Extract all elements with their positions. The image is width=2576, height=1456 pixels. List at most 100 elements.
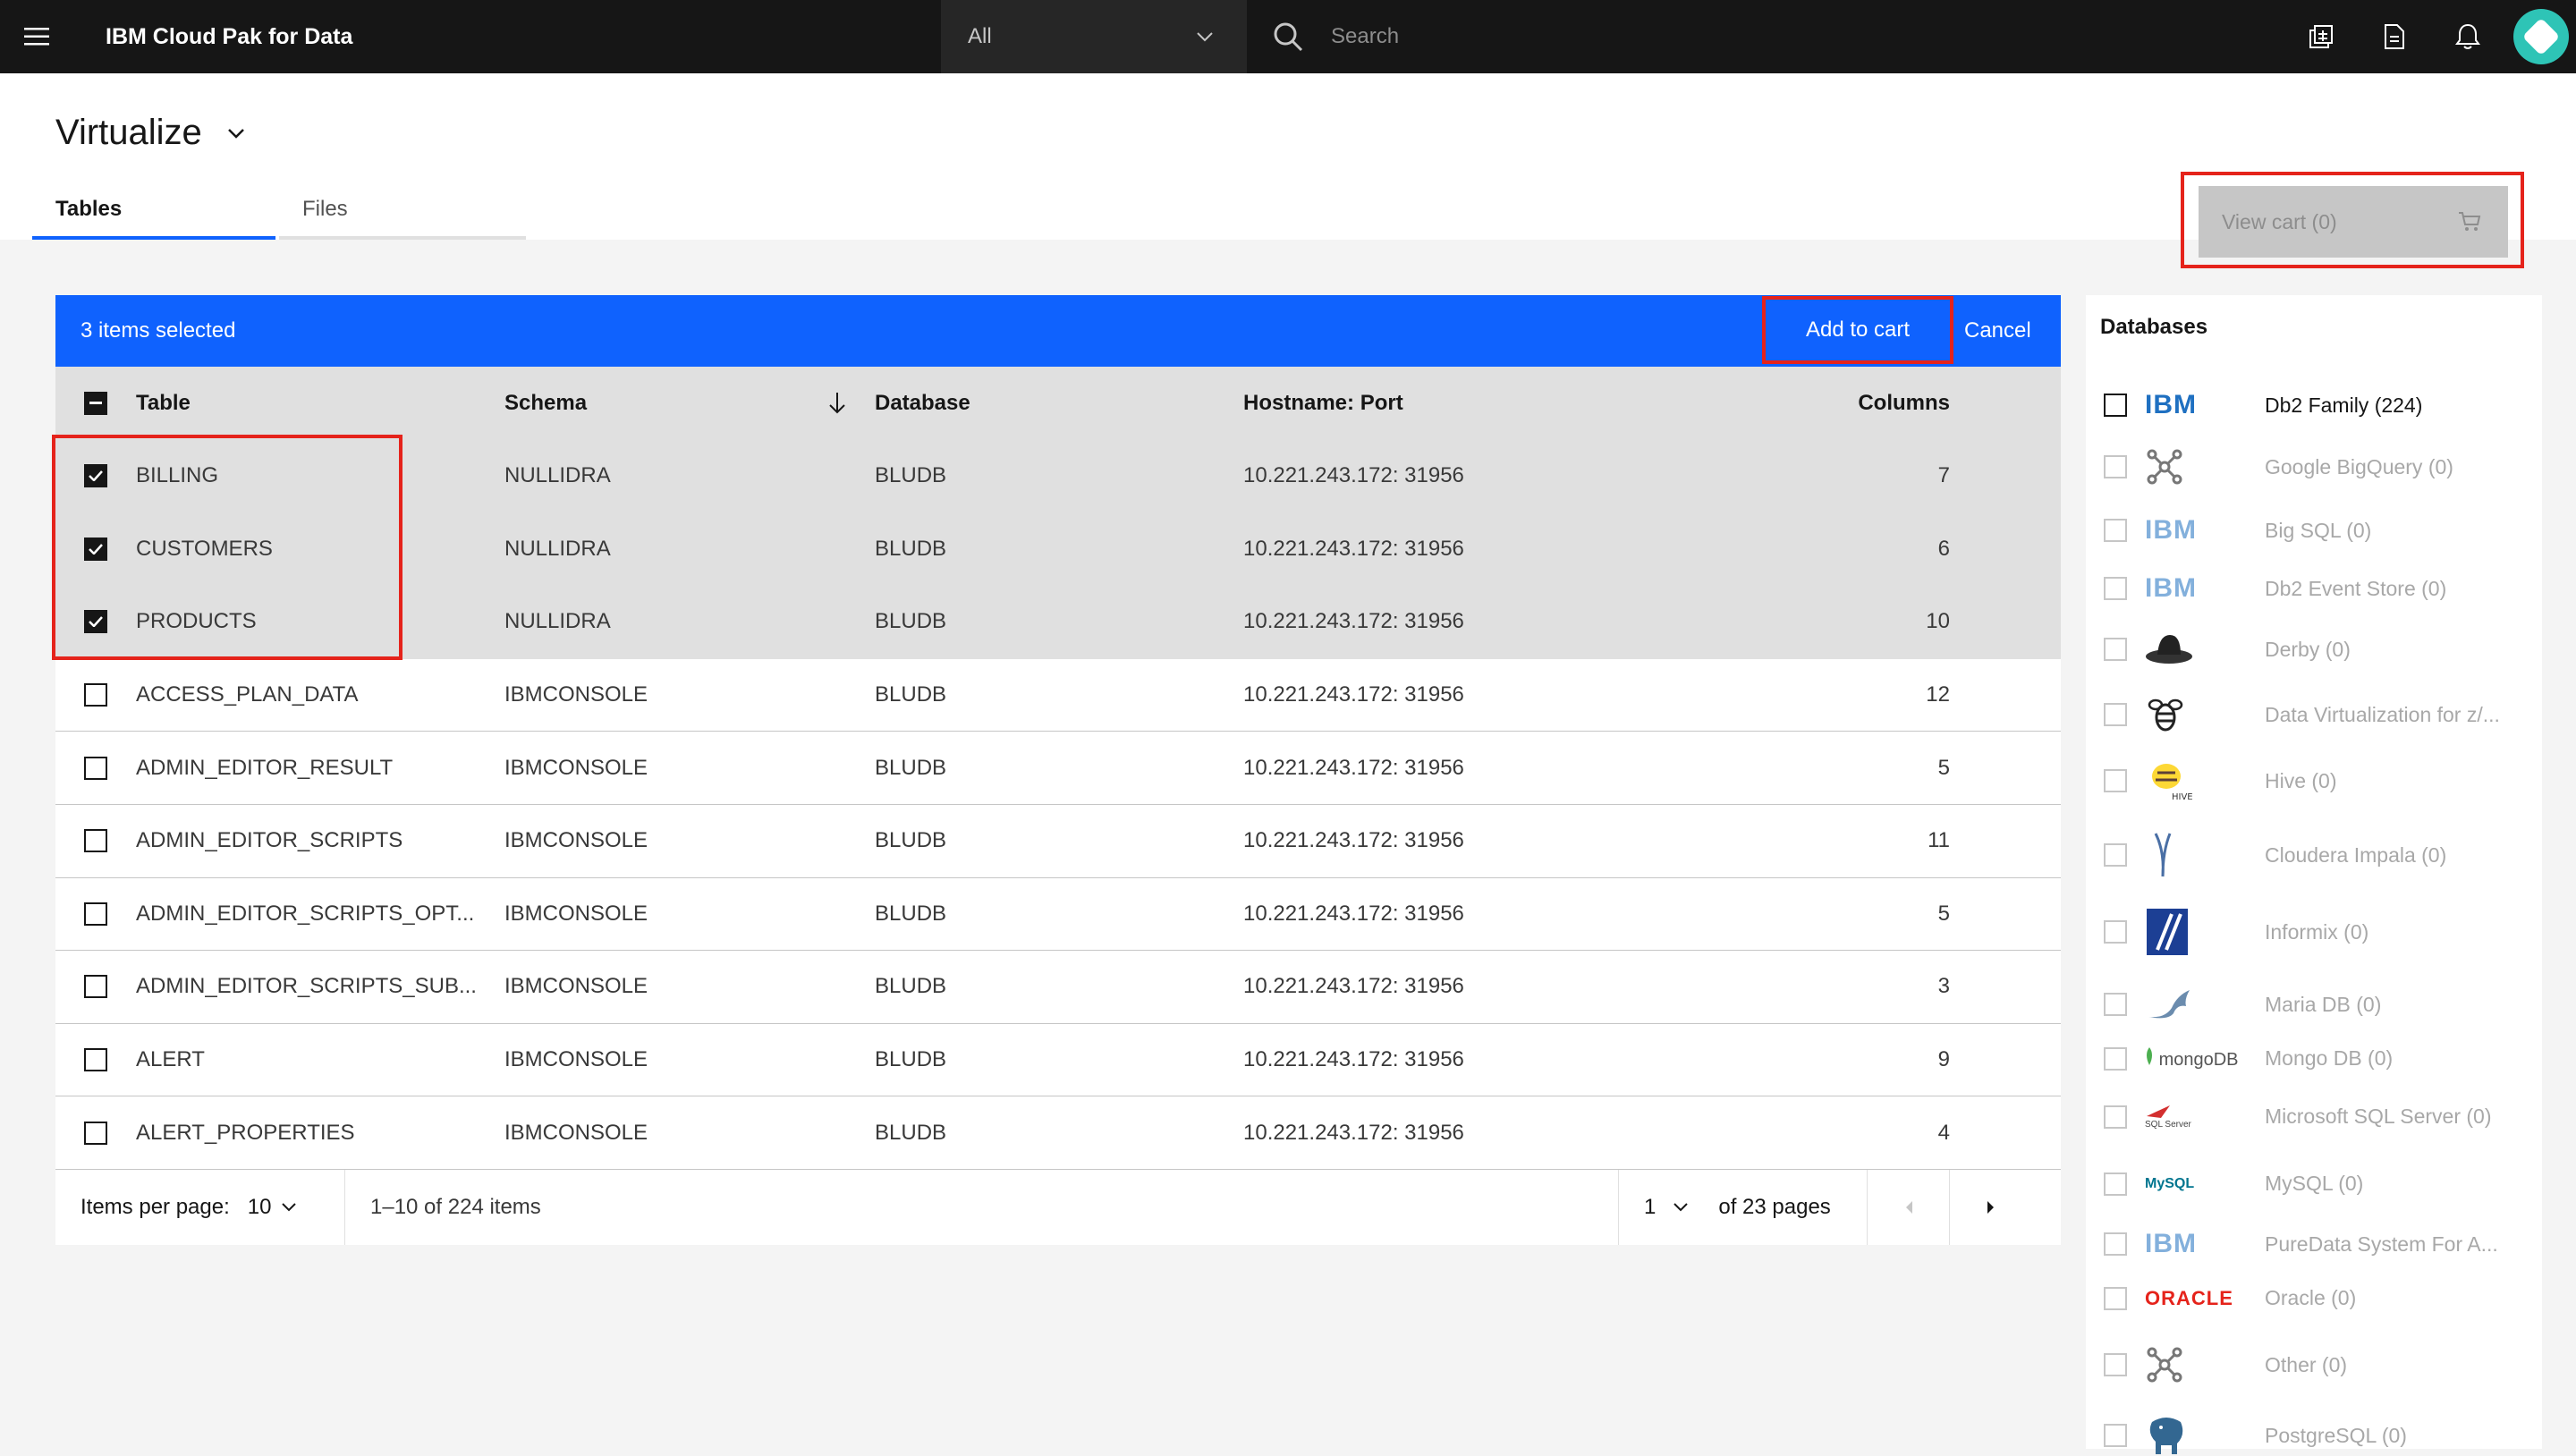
- search-input[interactable]: Search: [1247, 0, 2284, 73]
- database-checkbox[interactable]: [2104, 993, 2127, 1016]
- page-title-dropdown[interactable]: Virtualize: [55, 113, 245, 153]
- database-filter-item[interactable]: IBM Db2 Event Store (0): [2104, 573, 2515, 604]
- database-checkbox[interactable]: [2104, 394, 2127, 417]
- cell-columns: 10: [1926, 609, 1950, 634]
- database-label: Mongo DB (0): [2265, 1046, 2394, 1070]
- database-checkbox[interactable]: [2104, 519, 2127, 542]
- database-filter-item[interactable]: IBM Big SQL (0): [2104, 515, 2515, 546]
- database-filter-item[interactable]: Cloudera Impala (0): [2104, 830, 2515, 880]
- database-checkbox[interactable]: [2104, 1232, 2127, 1256]
- table-row[interactable]: CUSTOMERS NULLIDRA BLUDB 10.221.243.172: 31…: [55, 512, 2061, 587]
- row-checkbox[interactable]: [84, 1121, 107, 1145]
- previous-page-button[interactable]: [1868, 1169, 1950, 1245]
- sort-arrow-down-icon[interactable]: [828, 391, 846, 414]
- databases-heading: Databases: [2100, 315, 2208, 339]
- table-row[interactable]: ACCESS_PLAN_DATA IBMCONSOLE BLUDB 10.221.24…: [55, 658, 2061, 732]
- database-filter-item[interactable]: Google BigQuery (0): [2104, 447, 2515, 487]
- catalog-icon[interactable]: [2284, 0, 2358, 73]
- database-checkbox[interactable]: [2104, 1353, 2127, 1376]
- row-checkbox[interactable]: [84, 537, 107, 561]
- next-page-button[interactable]: [1950, 1170, 2032, 1245]
- cell-database: BLUDB: [875, 682, 947, 707]
- table-row[interactable]: ADMIN_EDITOR_RESULT IBMCONSOLE BLUDB 10.221…: [55, 732, 2061, 805]
- table-row[interactable]: BILLING NULLIDRA BLUDB 10.221.243.172: 3195…: [55, 440, 2061, 513]
- row-checkbox[interactable]: [84, 1048, 107, 1072]
- database-filter-item[interactable]: IBM PureData System For A...: [2104, 1229, 2515, 1259]
- database-filter-item[interactable]: Derby (0): [2104, 631, 2515, 667]
- tab-tables[interactable]: Tables: [32, 182, 275, 240]
- cell-schema: IBMCONSOLE: [504, 755, 648, 780]
- items-per-page-select[interactable]: 10: [248, 1195, 297, 1220]
- cell-database: BLUDB: [875, 536, 947, 561]
- database-filter-item[interactable]: Maria DB (0): [2104, 986, 2515, 1022]
- mysql-logo: MySQL: [2145, 1175, 2195, 1191]
- tab-files[interactable]: Files: [279, 182, 526, 240]
- database-checkbox[interactable]: [2104, 703, 2127, 726]
- notification-bell-icon[interactable]: [2431, 0, 2504, 73]
- database-filter-item[interactable]: HIVE Hive (0): [2104, 758, 2515, 803]
- cell-columns: 4: [1937, 1120, 1950, 1145]
- database-checkbox[interactable]: [2104, 1424, 2127, 1447]
- database-checkbox[interactable]: [2104, 455, 2127, 478]
- cell-columns: 5: [1937, 755, 1950, 780]
- row-checkbox[interactable]: [84, 975, 107, 999]
- database-checkbox[interactable]: [2104, 920, 2127, 944]
- row-checkbox[interactable]: [84, 610, 107, 634]
- database-filter-item[interactable]: MySQL MySQL (0): [2104, 1172, 2515, 1196]
- table-row[interactable]: ALERT IBMCONSOLE BLUDB 10.221.243.172: 3195…: [55, 1023, 2061, 1097]
- cell-schema: IBMCONSOLE: [504, 828, 648, 853]
- database-filter-item[interactable]: SQL Server Microsoft SQL Server (0): [2104, 1104, 2515, 1130]
- add-to-cart-button[interactable]: Add to cart: [1762, 296, 1953, 364]
- database-filter-item[interactable]: mongoDB Mongo DB (0): [2104, 1046, 2515, 1071]
- table-header: Table Schema Database Hostname: Port Col…: [55, 367, 2061, 440]
- row-checkbox[interactable]: [84, 464, 107, 488]
- database-checkbox[interactable]: [2104, 769, 2127, 792]
- row-checkbox[interactable]: [84, 683, 107, 707]
- column-header-database[interactable]: Database: [875, 391, 1243, 416]
- search-scope-dropdown[interactable]: All: [941, 0, 1247, 73]
- database-checkbox[interactable]: [2104, 638, 2127, 661]
- page-number-select[interactable]: 1: [1644, 1195, 1689, 1220]
- schema-header-label: Schema: [504, 391, 588, 415]
- database-filter-item[interactable]: PostgreSQL (0): [2104, 1413, 2515, 1456]
- table-row[interactable]: ADMIN_EDITOR_SCRIPTS IBMCONSOLE BLUDB 10.22…: [55, 804, 2061, 878]
- user-avatar[interactable]: [2513, 9, 2569, 64]
- cancel-button[interactable]: Cancel: [1964, 295, 2031, 367]
- table-row[interactable]: ALERT_PROPERTIES IBMCONSOLE BLUDB 10.221.24…: [55, 1096, 2061, 1170]
- column-header-table[interactable]: Table: [136, 391, 504, 416]
- select-all-checkbox[interactable]: [84, 392, 107, 415]
- database-filter-item[interactable]: Informix (0): [2104, 907, 2515, 957]
- cell-hostname: 10.221.243.172: 31956: [1243, 901, 1464, 926]
- database-checkbox[interactable]: [2104, 843, 2127, 867]
- cell-schema: NULLIDRA: [504, 609, 611, 634]
- cell-columns: 11: [1928, 828, 1950, 853]
- ibm-logo: IBM: [2145, 1229, 2197, 1258]
- row-checkbox[interactable]: [84, 902, 107, 926]
- view-cart-button[interactable]: View cart (0): [2199, 186, 2508, 258]
- table-row[interactable]: ADMIN_EDITOR_SCRIPTS_SUB... IBMCONSOLE BLU…: [55, 951, 2061, 1024]
- database-filter-item[interactable]: Other (0): [2104, 1345, 2515, 1384]
- column-header-schema[interactable]: Schema: [504, 391, 875, 416]
- database-filter-item[interactable]: IBM Db2 Family (224): [2104, 390, 2515, 420]
- cell-table: CUSTOMERS: [136, 536, 273, 561]
- database-filter-item[interactable]: ORACLE Oracle (0): [2104, 1286, 2515, 1310]
- table-row[interactable]: PRODUCTS NULLIDRA BLUDB 10.221.243.172: 319…: [55, 586, 2061, 659]
- product-name[interactable]: IBM Cloud Pak for Data: [106, 24, 941, 50]
- column-header-hostname[interactable]: Hostname: Port: [1243, 391, 1690, 416]
- database-checkbox[interactable]: [2104, 1172, 2127, 1196]
- row-checkbox[interactable]: [84, 756, 107, 780]
- add-to-cart-label: Add to cart: [1805, 317, 1911, 342]
- cell-columns: 6: [1937, 536, 1950, 561]
- database-checkbox[interactable]: [2104, 1046, 2127, 1071]
- column-header-columns[interactable]: Columns: [1690, 391, 1950, 416]
- table-row[interactable]: ADMIN_EDITOR_SCRIPTS_OPT... IBMCONSOLE BLU…: [55, 877, 2061, 952]
- database-checkbox[interactable]: [2104, 1286, 2127, 1310]
- database-checkbox[interactable]: [2104, 1105, 2127, 1129]
- hamburger-menu-icon[interactable]: [0, 0, 73, 73]
- postgres-elephant-icon: [2145, 1413, 2188, 1456]
- database-filter-item[interactable]: Data Virtualization for z/...: [2104, 694, 2515, 735]
- document-icon[interactable]: [2358, 0, 2431, 73]
- database-checkbox[interactable]: [2104, 577, 2127, 600]
- row-checkbox[interactable]: [84, 829, 107, 853]
- cell-table: ADMIN_EDITOR_SCRIPTS_OPT...: [136, 901, 475, 926]
